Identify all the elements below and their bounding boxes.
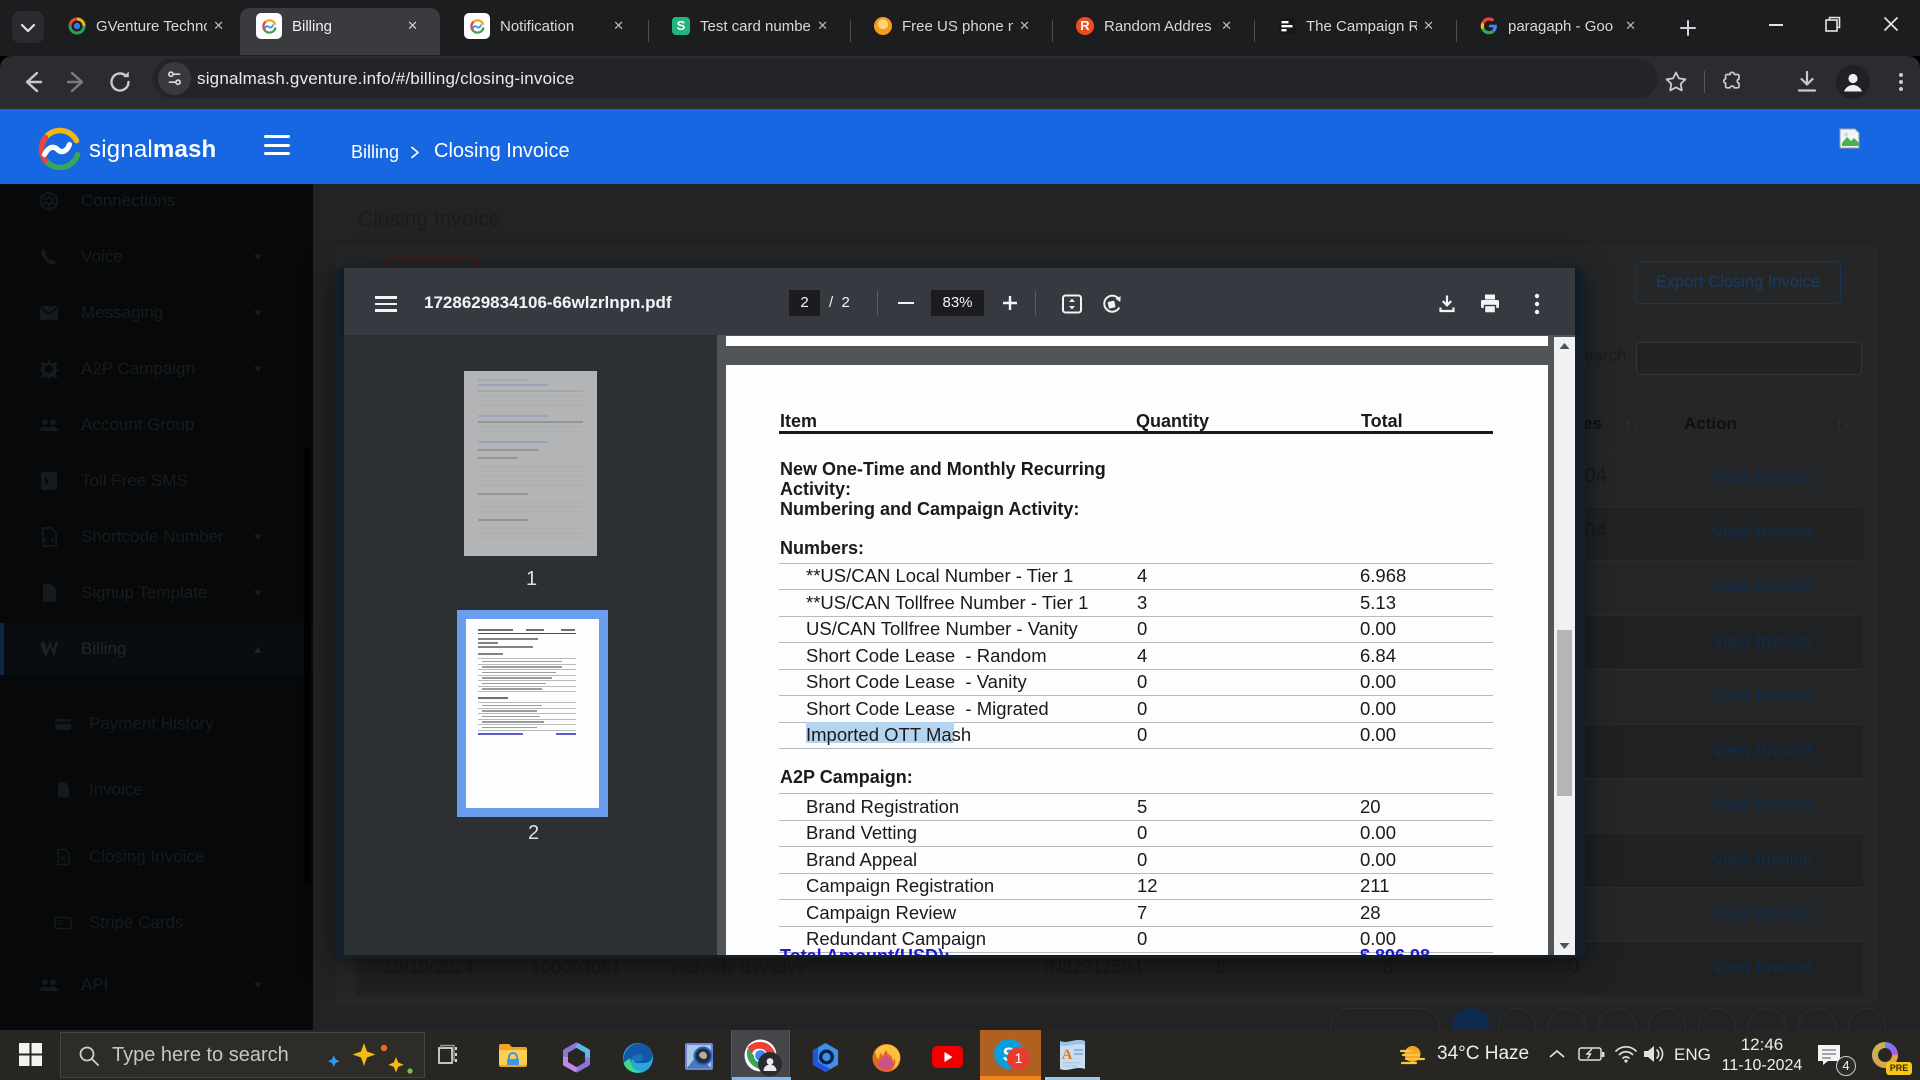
svg-text:A: A [1062,1047,1073,1063]
